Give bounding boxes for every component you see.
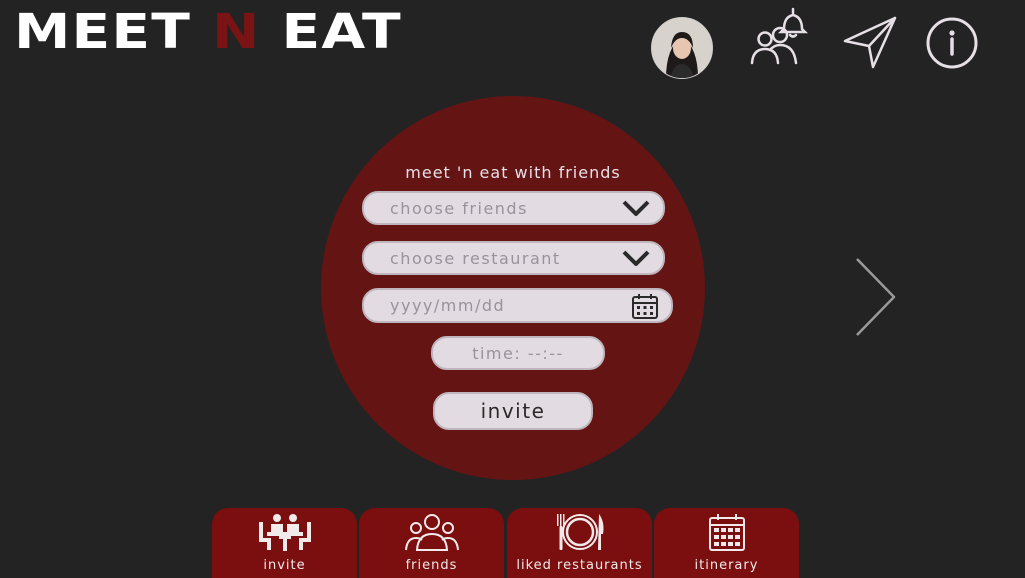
time-field[interactable]: time: --:--	[431, 336, 605, 370]
logo-part-eat: EAT	[260, 4, 402, 60]
choose-restaurant-label: choose restaurant	[390, 248, 561, 268]
app-logo: MEET N EAT	[14, 4, 402, 60]
nav-tab-invite[interactable]: invite	[212, 508, 357, 578]
dining-icon	[258, 514, 311, 551]
choose-friends-label: choose friends	[390, 198, 528, 218]
logo-part-meet: MEET	[14, 4, 213, 60]
people-icon	[404, 514, 459, 551]
chevron-down-icon	[622, 200, 650, 216]
time-placeholder: time: --:--	[472, 343, 564, 363]
nav-tab-itinerary-label: itinerary	[694, 558, 759, 573]
invite-button[interactable]: invite	[433, 392, 593, 430]
nav-tab-friends[interactable]: friends	[359, 508, 504, 578]
avatar-image	[652, 18, 712, 78]
calendar-icon[interactable]	[631, 292, 659, 320]
logo-part-n: N	[212, 4, 261, 60]
itinerary-calendar-icon	[708, 514, 745, 551]
nav-tab-liked-restaurants[interactable]: liked restaurants	[507, 508, 652, 578]
plate-icon	[556, 514, 603, 550]
choose-restaurant-select[interactable]: choose restaurant	[362, 241, 665, 275]
nav-tab-itinerary[interactable]: itinerary	[654, 508, 799, 578]
nav-tab-invite-label: invite	[263, 558, 306, 573]
info-icon[interactable]	[925, 16, 979, 70]
form-title: meet 'n eat with friends	[405, 163, 621, 182]
avatar[interactable]	[651, 17, 713, 79]
date-placeholder: yyyy/mm/dd	[390, 296, 506, 315]
nav-tab-liked-label: liked restaurants	[516, 558, 643, 573]
choose-friends-select[interactable]: choose friends	[362, 191, 665, 225]
chevron-down-icon	[622, 250, 650, 266]
date-field[interactable]: yyyy/mm/dd	[362, 288, 673, 323]
friends-bell-icon[interactable]	[748, 5, 810, 67]
send-icon[interactable]	[843, 15, 899, 71]
nav-tab-friends-label: friends	[405, 558, 458, 573]
chevron-right-icon[interactable]	[852, 256, 898, 338]
